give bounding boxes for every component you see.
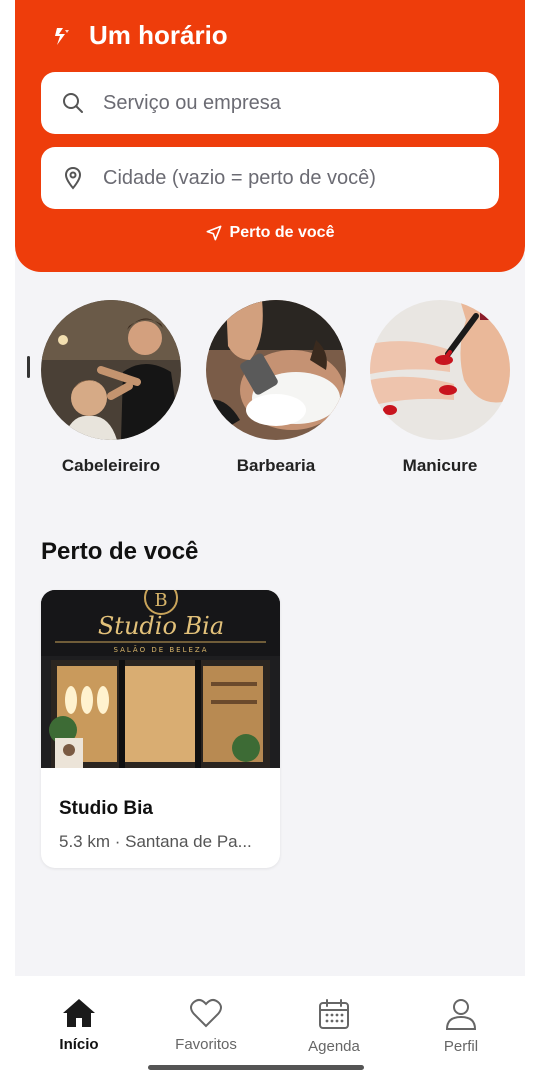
app-screen: Um horário Perto de você xyxy=(15,0,525,1080)
business-name: Studio Bia xyxy=(59,798,153,819)
barbershop-shave-photo xyxy=(206,300,346,440)
nav-favoritos[interactable]: Favoritos xyxy=(146,998,266,1053)
city-input[interactable] xyxy=(103,166,483,190)
business-distance-location: 5.3 km · Santana de Pa... xyxy=(59,832,252,851)
home-icon xyxy=(63,999,95,1027)
calendar-icon xyxy=(319,999,349,1029)
brand: Um horário xyxy=(51,20,228,51)
search-field[interactable] xyxy=(41,72,499,134)
heart-icon xyxy=(190,998,222,1028)
category-label: Barbearia xyxy=(236,456,316,475)
search-input[interactable] xyxy=(103,91,483,115)
nav-label: Perfil xyxy=(443,1038,479,1055)
studio-bia-storefront-photo: B Studio Bia SALÃO DE BELEZA xyxy=(41,590,280,768)
home-indicator[interactable] xyxy=(148,1065,364,1070)
nav-agenda[interactable]: Agenda xyxy=(274,998,394,1055)
location-pin-icon xyxy=(64,166,82,190)
manicure-nails-photo xyxy=(370,300,510,440)
category-label: Cabeleireiro xyxy=(61,456,161,475)
search-icon xyxy=(63,93,83,113)
business-card-studio-bia[interactable]: B Studio Bia SALÃO DE BELEZA Studio Bia … xyxy=(41,590,280,868)
nav-label: Favoritos xyxy=(175,1036,237,1053)
category-cabeleireiro[interactable]: Cabeleireiro xyxy=(41,300,181,476)
nav-label: Agenda xyxy=(308,1038,360,1055)
nav-perfil[interactable]: Perfil xyxy=(401,998,521,1055)
category-barbearia[interactable]: Barbearia xyxy=(206,300,346,476)
category-carousel[interactable]: Cabeleireiro Barbearia Manicure xyxy=(15,300,525,480)
svg-text:SALÃO DE BELEZA: SALÃO DE BELEZA xyxy=(114,645,209,654)
hairdresser-photo xyxy=(41,300,181,440)
header: Um horário Perto de você xyxy=(15,0,525,272)
navigation-arrow-icon xyxy=(206,225,221,241)
app-title: Um horário xyxy=(89,20,228,50)
near-me-label: Perto de você xyxy=(229,224,335,241)
svg-text:Studio Bia: Studio Bia xyxy=(98,612,224,640)
nearby-section-title: Perto de você xyxy=(41,538,199,565)
user-icon xyxy=(445,999,477,1030)
brand-logo-icon xyxy=(55,27,69,45)
category-label: Manicure xyxy=(402,456,478,475)
nav-label: Início xyxy=(59,1036,99,1053)
category-manicure[interactable]: Manicure xyxy=(370,300,510,476)
nav-inicio[interactable]: Início xyxy=(19,998,139,1053)
city-field[interactable] xyxy=(41,147,499,209)
svg-text:B: B xyxy=(154,590,167,611)
near-me-link[interactable]: Perto de você xyxy=(15,224,525,242)
